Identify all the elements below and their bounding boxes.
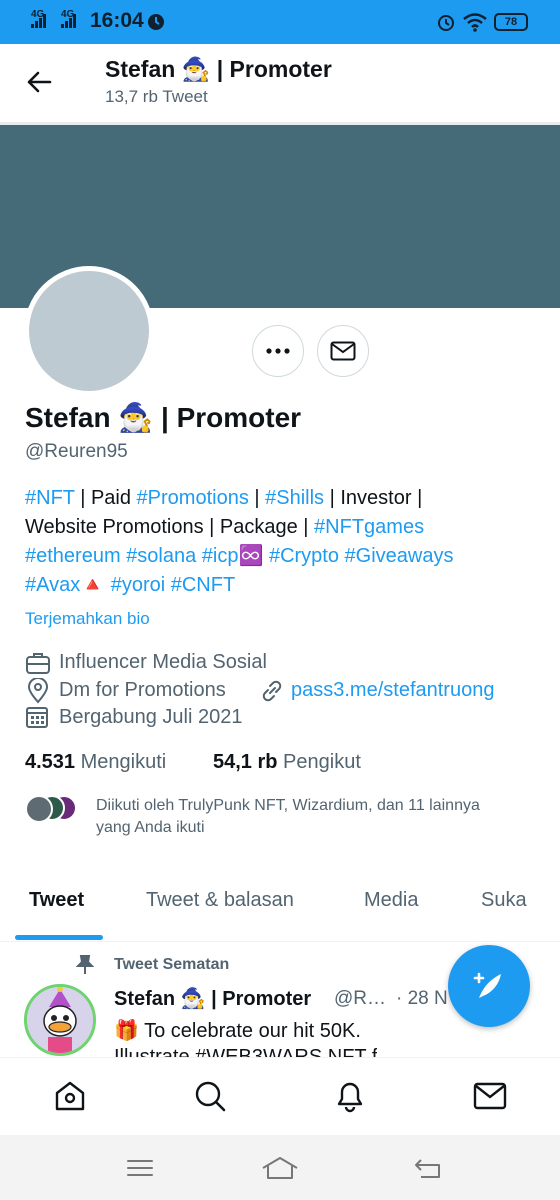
system-back-icon xyxy=(415,1159,440,1178)
system-nav-bar xyxy=(0,1135,560,1200)
nav-search[interactable] xyxy=(190,1076,230,1116)
tab-likes[interactable]: Suka xyxy=(481,889,527,912)
following-label: Mengikuti xyxy=(80,751,167,773)
system-home-icon xyxy=(262,1157,298,1179)
system-home-button[interactable] xyxy=(260,1153,300,1183)
followers-stat[interactable]: 54,1 rb Pengikut xyxy=(213,751,361,774)
bottom-nav-bar xyxy=(0,1057,560,1135)
nav-messages[interactable] xyxy=(470,1076,510,1116)
compose-tweet-button[interactable] xyxy=(448,945,530,1027)
translate-bio-link[interactable]: Terjemahkan bio xyxy=(25,609,150,629)
header-tweet-count: 13,7 rb Tweet xyxy=(105,87,208,106)
following-count: 4.531 xyxy=(25,751,76,773)
pin-icon xyxy=(76,955,94,974)
bio-text: ♾️ xyxy=(238,545,269,567)
more-options-button[interactable] xyxy=(252,325,304,377)
alarm-clock-icon xyxy=(438,15,454,31)
profile-avatar[interactable] xyxy=(24,266,154,396)
signal-bars-1-icon xyxy=(31,14,49,28)
tweet-author-name[interactable]: Stefan 🧙‍♂️ | Promoter xyxy=(114,986,311,1011)
bio-hashtag-link[interactable]: #Crypto #Giveaways xyxy=(269,545,454,567)
recent-apps-button[interactable] xyxy=(120,1153,160,1183)
tweet-date: · 28 N xyxy=(396,988,448,1009)
battery-icon: 78 xyxy=(494,13,528,31)
bio-text: Website Promotions | Package | xyxy=(25,516,315,538)
message-button[interactable] xyxy=(317,325,369,377)
bio-hashtag-link[interactable]: #ethereum #solana #icp xyxy=(25,545,238,567)
alarm-icon xyxy=(148,14,164,30)
tweet-text-line-1: 🎁 To celebrate our hit 50K. xyxy=(114,1020,361,1042)
bio-hashtag-link[interactable]: #yoroi #CNFT xyxy=(111,574,235,596)
followed-by-note[interactable]: Diikuti oleh TrulyPunk NFT, Wizardium, d… xyxy=(96,795,506,839)
profile-category: Influencer Media Sosial xyxy=(59,651,267,673)
envelope-icon xyxy=(330,341,356,361)
bio-text: | Investor | xyxy=(324,487,423,509)
more-horizontal-icon xyxy=(266,348,290,354)
bio-line-4: #Avax🔺 #yoroi #CNFT xyxy=(25,571,235,600)
bio-hashtag-link[interactable]: #Promotions xyxy=(137,487,249,509)
header-title: Stefan 🧙‍♂️ | Promoter xyxy=(105,56,332,82)
nav-home[interactable] xyxy=(50,1076,90,1116)
bio-text: | Paid xyxy=(74,487,137,509)
location-pin-icon xyxy=(27,678,49,704)
briefcase-icon xyxy=(26,653,50,674)
tab-media[interactable]: Media xyxy=(364,889,418,912)
bio-hashtag-link[interactable]: #Shills xyxy=(265,487,324,509)
nav-notifications[interactable] xyxy=(330,1076,370,1116)
battery-level: 78 xyxy=(504,16,518,28)
pinned-tweet-label: Tweet Sematan xyxy=(114,956,230,973)
status-bar: 4G 4G 16:04 78 xyxy=(0,0,560,44)
tab-tweets[interactable]: Tweet xyxy=(29,889,84,912)
bell-icon xyxy=(337,1082,363,1113)
bio-line-1: #NFT | Paid #Promotions | #Shills | Inve… xyxy=(25,484,422,513)
bio-hashtag-link[interactable]: #NFTgames xyxy=(314,516,424,538)
bio-hashtag-link[interactable]: #NFT xyxy=(25,487,75,509)
back-arrow-icon[interactable] xyxy=(26,70,52,94)
link-icon xyxy=(262,680,282,702)
duck-avatar-image xyxy=(27,987,93,1053)
profile-location: Dm for Promotions xyxy=(59,679,226,701)
tweet-author-avatar[interactable] xyxy=(24,984,96,1056)
active-tab-indicator xyxy=(15,935,103,940)
mutual-followers-avatars[interactable] xyxy=(25,795,95,823)
system-back-button[interactable] xyxy=(408,1153,448,1183)
tab-tweets-replies[interactable]: Tweet & balasan xyxy=(146,889,294,912)
bio-text: | xyxy=(248,487,266,509)
profile-link[interactable]: pass3.me/stefantruong xyxy=(291,679,494,702)
tweet-author-handle: @R… xyxy=(334,988,387,1009)
profile-joined: Bergabung Juli 2021 xyxy=(59,706,243,728)
home-icon xyxy=(55,1081,85,1111)
status-time: 16:04 xyxy=(90,9,144,32)
profile-name: Stefan 🧙‍♂️ | Promoter xyxy=(25,402,302,433)
mutual-avatar-1 xyxy=(25,795,53,823)
tabs-divider xyxy=(0,941,560,942)
wifi-icon xyxy=(463,13,487,32)
bio-text: 🔺 xyxy=(80,574,111,596)
followers-count: 54,1 rb xyxy=(213,751,278,773)
followers-label: Pengikut xyxy=(283,751,361,773)
search-icon xyxy=(195,1081,226,1112)
signal-bars-2-icon xyxy=(61,14,79,28)
menu-lines-icon xyxy=(127,1160,153,1176)
calendar-icon xyxy=(26,707,48,728)
bio-hashtag-link[interactable]: #Avax xyxy=(25,574,80,596)
envelope-icon xyxy=(473,1082,507,1110)
following-stat[interactable]: 4.531 Mengikuti xyxy=(25,751,166,774)
profile-handle: @Reuren95 xyxy=(25,441,128,462)
bio-line-3: #ethereum #solana #icp♾️ #Crypto #Giveaw… xyxy=(25,542,453,571)
compose-tweet-icon xyxy=(473,972,501,998)
bio-line-2: Website Promotions | Package | #NFTgames xyxy=(25,513,424,542)
